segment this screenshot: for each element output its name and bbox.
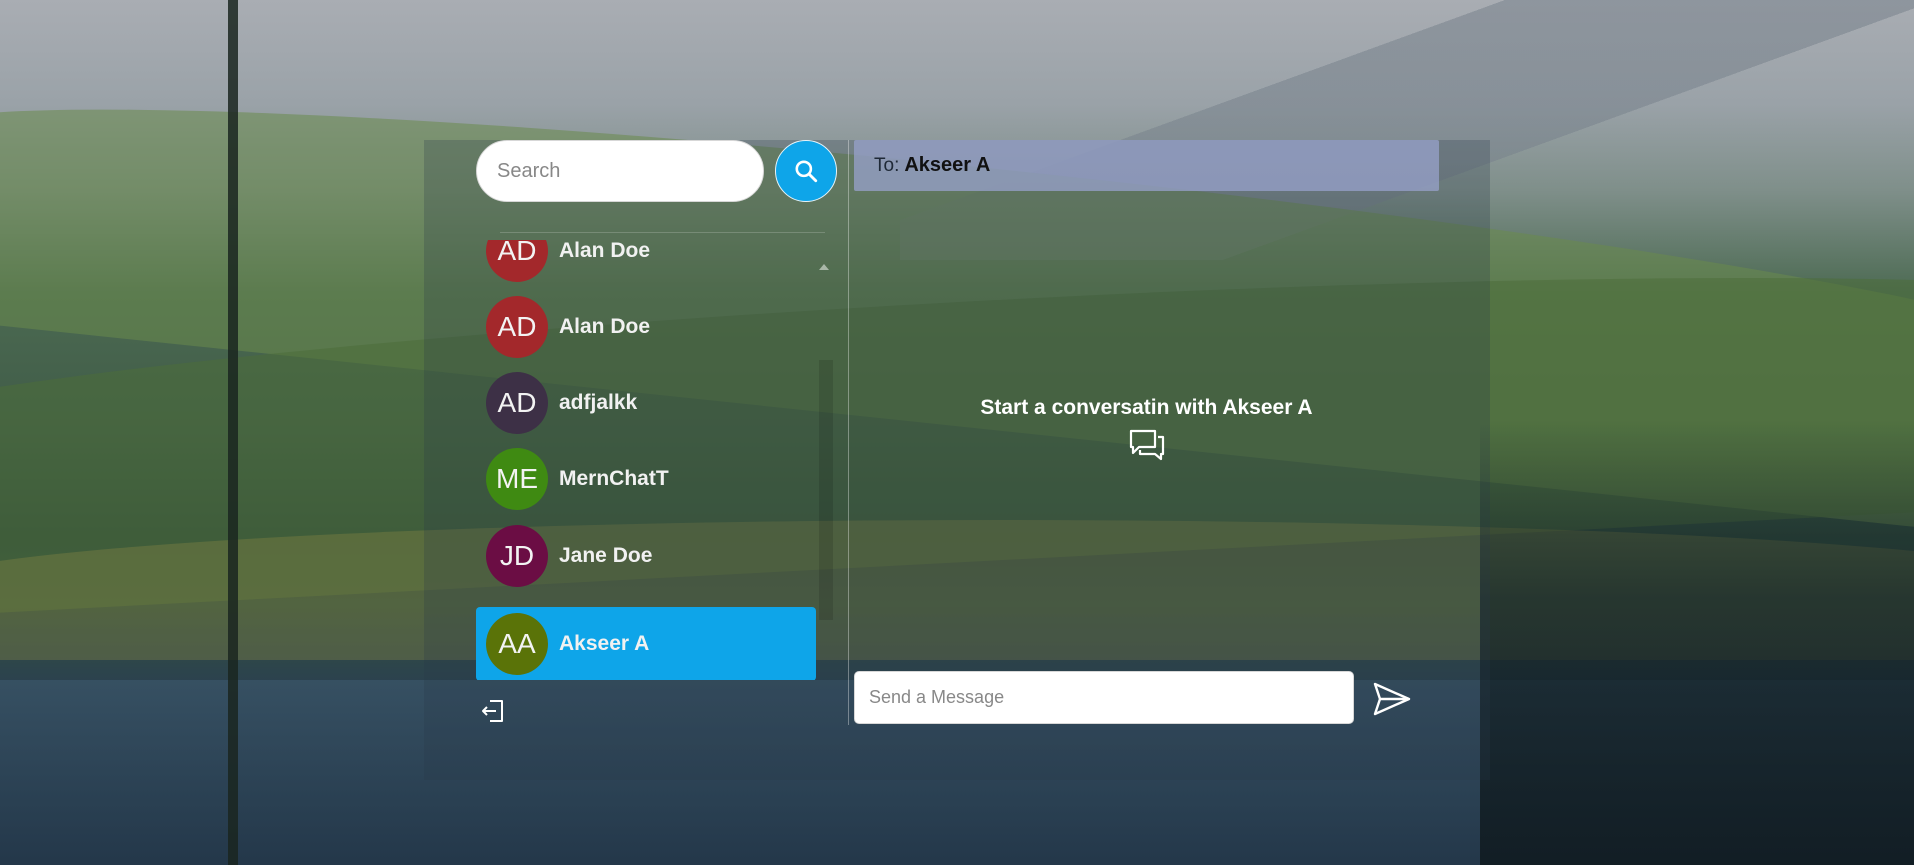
contact-item[interactable]: JD Jane Doe	[476, 519, 816, 593]
chat-bubbles-icon	[1129, 429, 1164, 461]
recipient-name: Akseer A	[904, 154, 991, 176]
search-icon	[795, 160, 818, 183]
contact-name: Alan Doe	[559, 240, 651, 262]
contact-name: Alan Doe	[559, 315, 651, 338]
avatar: AD	[486, 372, 548, 434]
logout-icon	[482, 700, 503, 722]
contact-item[interactable]: AD Alan Doe	[476, 290, 816, 364]
avatar: ME	[486, 448, 548, 510]
contact-name: Akseer A	[559, 632, 650, 655]
contact-name: adfjalkk	[559, 391, 638, 414]
background-tree	[228, 0, 238, 865]
avatar: AA	[486, 613, 548, 675]
contact-name: MernChatT	[559, 467, 669, 490]
contact-list[interactable]: AD Alan Doe AD Alan Doe AD adfjalkk ME M…	[476, 240, 816, 680]
search-input[interactable]	[476, 140, 764, 202]
logout-button[interactable]	[478, 696, 508, 726]
panel-divider	[848, 140, 849, 725]
background-pines	[1480, 420, 1914, 865]
contact-item[interactable]: AD adfjalkk	[476, 366, 816, 440]
recipient-bar: To: Akseer A	[854, 140, 1439, 191]
scrollbar-thumb[interactable]	[819, 360, 833, 620]
search-button[interactable]	[775, 140, 837, 202]
empty-conversation-text: Start a conversatin with Akseer A	[980, 396, 1313, 419]
contact-name: Jane Doe	[559, 544, 653, 567]
sidebar-divider	[500, 232, 825, 233]
empty-conversation: Start a conversatin with Akseer A	[854, 396, 1439, 462]
message-input[interactable]	[854, 671, 1354, 724]
recipient-label: To:	[874, 154, 900, 176]
contact-item[interactable]: ME MernChatT	[476, 442, 816, 516]
send-button[interactable]	[1372, 679, 1412, 719]
scrollbar-up-arrow[interactable]	[819, 264, 829, 270]
contact-item-active[interactable]: AA Akseer A	[476, 607, 816, 680]
send-icon	[1373, 682, 1411, 716]
avatar: AD	[486, 296, 548, 358]
contact-item[interactable]: AD Alan Doe	[476, 240, 816, 288]
avatar: AD	[486, 240, 548, 282]
avatar: JD	[486, 525, 548, 587]
